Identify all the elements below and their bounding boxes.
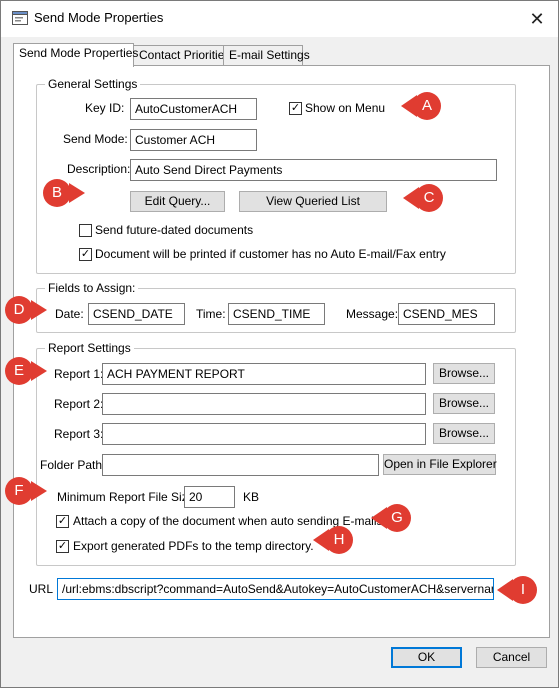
- send-mode-properties-dialog: Send Mode Properties ✕ Send Mode Propert…: [0, 0, 559, 688]
- key-id-label: Key ID:: [85, 101, 125, 115]
- tab-send-mode-properties[interactable]: Send Mode Properties: [13, 43, 138, 67]
- attach-copy-checkbox[interactable]: ✓: [56, 515, 69, 528]
- send-future-dated-label: Send future-dated documents: [95, 223, 254, 237]
- print-if-no-entry-checkbox[interactable]: ✓: [79, 248, 92, 261]
- min-report-size-field[interactable]: 20: [184, 486, 235, 508]
- min-report-size-label: Minimum Report File Size:: [57, 490, 198, 504]
- title-bar: Send Mode Properties ✕: [1, 1, 558, 37]
- report-1-field[interactable]: ACH PAYMENT REPORT: [102, 363, 426, 385]
- send-mode-field[interactable]: Customer ACH: [130, 129, 257, 151]
- folder-path-field[interactable]: [102, 454, 379, 476]
- description-field[interactable]: Auto Send Direct Payments: [130, 159, 497, 181]
- send-future-dated-checkbox[interactable]: [79, 224, 92, 237]
- view-queried-list-button[interactable]: View Queried List: [239, 191, 387, 212]
- report-2-field[interactable]: [102, 393, 426, 415]
- show-on-menu-label: Show on Menu: [305, 101, 386, 115]
- report-1-label: Report 1:: [54, 367, 104, 381]
- window-title: Send Mode Properties: [34, 10, 164, 25]
- report-1-browse-button[interactable]: Browse...: [433, 363, 495, 384]
- key-id-field[interactable]: AutoCustomerACH: [130, 98, 257, 120]
- callout-g-letter: G: [391, 509, 403, 526]
- min-report-size-unit: KB: [243, 490, 260, 504]
- report-3-field[interactable]: [102, 423, 426, 445]
- callout-b-letter: B: [51, 184, 62, 201]
- fields-to-assign-group: Fields to Assign: Date: CSEND_DATE Time:…: [36, 281, 516, 333]
- report-2-browse-button[interactable]: Browse...: [433, 393, 495, 414]
- callout-h-letter: H: [333, 531, 345, 548]
- report-2-label: Report 2:: [54, 397, 104, 411]
- date-label: Date:: [55, 307, 84, 321]
- form-window-icon: [12, 11, 28, 25]
- callout-e-letter: E: [13, 362, 24, 379]
- show-on-menu-checkbox[interactable]: ✓: [289, 102, 302, 115]
- url-field[interactable]: /url:ebms:dbscript?command=AutoSend&Auto…: [57, 578, 494, 600]
- message-field[interactable]: CSEND_MES: [398, 303, 495, 325]
- message-label: Message:: [346, 307, 399, 321]
- url-label: URL: [29, 582, 54, 596]
- report-settings-group: Report Settings Report 1: ACH PAYMENT RE…: [36, 341, 516, 566]
- general-settings-group: General Settings Key ID: AutoCustomerACH…: [36, 77, 516, 274]
- tab-email-settings[interactable]: E-mail Settings: [223, 45, 310, 66]
- callout-i-letter: I: [520, 581, 526, 598]
- edit-query-button[interactable]: Edit Query...: [130, 191, 225, 212]
- tab-panel-send-mode-properties: General Settings Key ID: AutoCustomerACH…: [13, 65, 550, 638]
- export-pdfs-checkbox[interactable]: ✓: [56, 540, 69, 553]
- ok-button[interactable]: OK: [391, 647, 462, 668]
- callout-c-letter: C: [423, 189, 435, 206]
- export-pdfs-label: Export generated PDFs to the temp direct…: [73, 539, 314, 553]
- close-icon[interactable]: ✕: [522, 5, 552, 33]
- report-3-label: Report 3:: [54, 427, 104, 441]
- general-settings-legend: General Settings: [45, 77, 141, 91]
- time-field[interactable]: CSEND_TIME: [228, 303, 325, 325]
- cancel-button[interactable]: Cancel: [476, 647, 547, 668]
- print-if-no-entry-label: Document will be printed if customer has…: [95, 247, 446, 261]
- callout-f-letter: F: [14, 482, 24, 499]
- tab-contact-priorities[interactable]: Contact Priorities: [133, 45, 230, 66]
- time-label: Time:: [196, 307, 226, 321]
- fields-to-assign-legend: Fields to Assign:: [45, 281, 139, 295]
- callout-a-letter: A: [421, 97, 432, 114]
- report-3-browse-button[interactable]: Browse...: [433, 423, 495, 444]
- description-label: Description:: [67, 162, 131, 176]
- date-field[interactable]: CSEND_DATE: [88, 303, 185, 325]
- folder-path-label: Folder Path:: [40, 458, 106, 472]
- callout-d-letter: D: [13, 301, 25, 318]
- report-settings-legend: Report Settings: [45, 341, 134, 355]
- send-mode-label: Send Mode:: [63, 132, 128, 146]
- open-in-file-explorer-button[interactable]: Open in File Explorer: [383, 454, 497, 475]
